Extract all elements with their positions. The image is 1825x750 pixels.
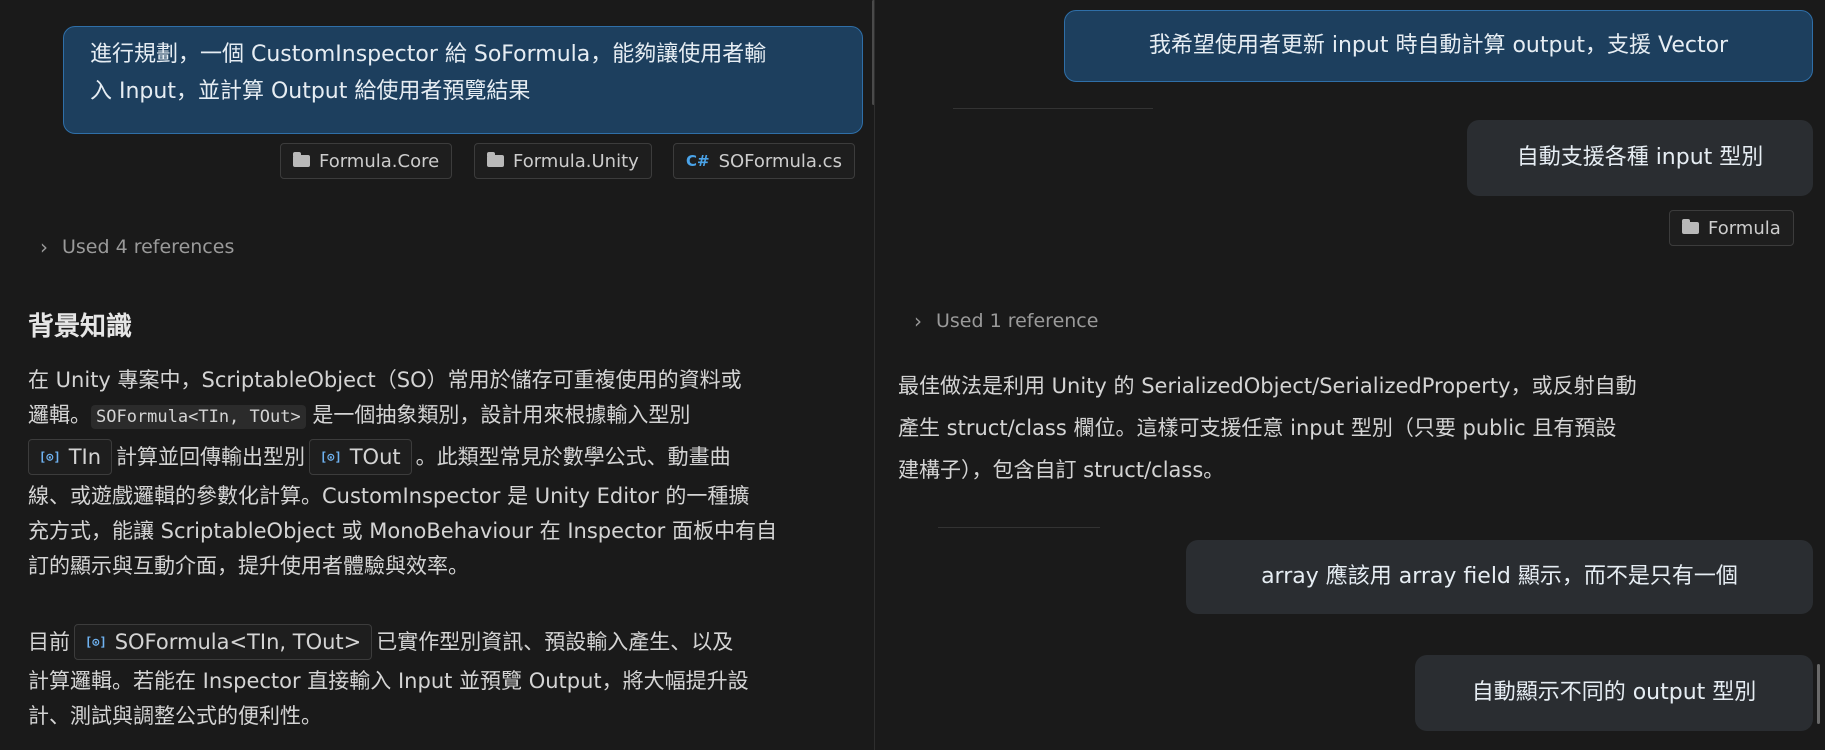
- current-state-paragraph: 目前 [⊙] SOFormula<TIn, TOut> 已實作型別資訊、預設輸入…: [28, 620, 868, 734]
- para-line: 線、或遊戲邏輯的參數化計算。CustomInspector 是 Unity Ed…: [28, 484, 750, 508]
- symbol-icon: [⊙]: [39, 449, 61, 464]
- symbol-icon: [⊙]: [85, 634, 107, 649]
- chevron-right-icon: ›: [40, 235, 48, 259]
- para-line: 訂的顯示與互動介面，提升使用者體驗與效率。: [28, 554, 469, 578]
- attachment-label: SOFormula.cs: [718, 150, 842, 172]
- request-line-2: 入 Input，並計算 Output 給使用者預覽結果: [90, 79, 531, 104]
- para-line: [⊙] TIn 計算並回傳輸出型別 [⊙] TOut 。此類型常見於數學公式、動…: [28, 435, 868, 479]
- collapsed-artifact: [938, 527, 1100, 528]
- para-line: 在 Unity 專案中，ScriptableObject（SO）常用於儲存可重複…: [28, 368, 742, 392]
- text-fragment: 。此類型常見於數學公式、動畫曲: [415, 444, 731, 469]
- section-heading: 背景知識: [28, 312, 133, 342]
- right-chat-pane: 我希望使用者更新 input 時自動計算 output，支援 Vector 自動…: [878, 0, 1825, 750]
- answer-line: 最佳做法是利用 Unity 的 SerializedObject/Seriali…: [898, 374, 1637, 398]
- para-line: 計、測試與調整公式的便利性。: [28, 704, 322, 728]
- text-fragment: 邏輯。: [28, 403, 91, 427]
- user-message-bubble-input-types[interactable]: 自動支援各種 input 型別: [1467, 120, 1813, 196]
- pane-divider[interactable]: [874, 0, 875, 750]
- symbol-reference-soformula[interactable]: [⊙] SOFormula<TIn, TOut>: [74, 624, 373, 660]
- scrollbar-thumb[interactable]: [1817, 664, 1820, 724]
- para-line: 邏輯。 SOFormula<TIn, TOut> 是一個抽象類別，設計用來根據輸入…: [28, 398, 868, 435]
- references-label: Used 4 references: [62, 236, 235, 258]
- attachment-label: Formula.Core: [319, 150, 440, 172]
- user-message-bubble-array[interactable]: array 應該用 array field 顯示，而不是只有一個: [1186, 540, 1813, 614]
- answer-line: 產生 struct/class 欄位。這樣可支援任意 input 型別（只要 p…: [898, 416, 1617, 440]
- message-text: array 應該用 array field 顯示，而不是只有一個: [1261, 564, 1738, 589]
- collapsed-artifact: [953, 108, 1153, 109]
- user-message-bubble-vector[interactable]: 我希望使用者更新 input 時自動計算 output，支援 Vector: [1064, 10, 1813, 82]
- used-references-toggle[interactable]: › Used 4 references: [40, 235, 234, 259]
- symbol-reference-tin[interactable]: [⊙] TIn: [28, 439, 113, 475]
- text-fragment: 已實作型別資訊、預設輸入產生、以及: [376, 629, 734, 654]
- folder-icon: [487, 152, 504, 167]
- para-line: 計算邏輯。若能在 Inspector 直接輸入 Input 並預覽 Output…: [28, 669, 749, 693]
- assistant-answer: 最佳做法是利用 Unity 的 SerializedObject/Seriali…: [898, 365, 1818, 491]
- folder-icon: [1682, 219, 1699, 234]
- references-label: Used 1 reference: [936, 310, 1099, 332]
- attachment-label: Formula: [1708, 217, 1781, 239]
- text-fragment: 是一個抽象類別，設計用來根據輸入型別: [305, 403, 691, 427]
- csharp-file-icon: C#: [686, 152, 710, 170]
- used-reference-toggle[interactable]: › Used 1 reference: [914, 309, 1098, 333]
- symbol-reference-tout[interactable]: [⊙] TOut: [309, 439, 412, 475]
- message-text: 自動顯示不同的 output 型別: [1471, 680, 1757, 705]
- para-line: 充方式，能讓 ScriptableObject 或 MonoBehaviour …: [28, 519, 777, 543]
- message-text: 自動支援各種 input 型別: [1516, 145, 1764, 170]
- symbol-label: TIn: [68, 444, 102, 469]
- symbol-label: SOFormula<TIn, TOut>: [114, 629, 362, 654]
- attachment-formula-core[interactable]: Formula.Core: [280, 143, 453, 179]
- text-fragment: 計算並回傳輸出型別: [116, 444, 306, 469]
- para-line: 目前 [⊙] SOFormula<TIn, TOut> 已實作型別資訊、預設輸入…: [28, 620, 868, 664]
- user-message-bubble-output-types[interactable]: 自動顯示不同的 output 型別: [1415, 655, 1813, 731]
- attachment-label: Formula.Unity: [513, 150, 639, 172]
- background-paragraph: 在 Unity 專案中，ScriptableObject（SO）常用於儲存可重複…: [28, 363, 868, 584]
- folder-icon: [293, 152, 310, 167]
- message-text: 我希望使用者更新 input 時自動計算 output，支援 Vector: [1148, 33, 1729, 58]
- text-fragment: 目前: [28, 629, 70, 654]
- chevron-right-icon: ›: [914, 309, 922, 333]
- attachment-soformula-cs[interactable]: C# SOFormula.cs: [673, 143, 855, 179]
- answer-line: 建構子），包含自訂 struct/class。: [898, 458, 1225, 482]
- symbol-icon: [⊙]: [320, 449, 342, 464]
- inline-code-soformula: SOFormula<TIn, TOut>: [91, 405, 306, 429]
- attachment-formula[interactable]: Formula: [1669, 210, 1794, 246]
- left-chat-pane: 進行規劃，一個 CustomInspector 給 SoFormula，能夠讓使…: [0, 0, 878, 750]
- user-request-bubble[interactable]: 進行規劃，一個 CustomInspector 給 SoFormula，能夠讓使…: [63, 26, 863, 134]
- symbol-label: TOut: [349, 444, 401, 469]
- attachment-formula-unity[interactable]: Formula.Unity: [474, 143, 652, 179]
- request-line-1: 進行規劃，一個 CustomInspector 給 SoFormula，能夠讓使…: [90, 42, 767, 67]
